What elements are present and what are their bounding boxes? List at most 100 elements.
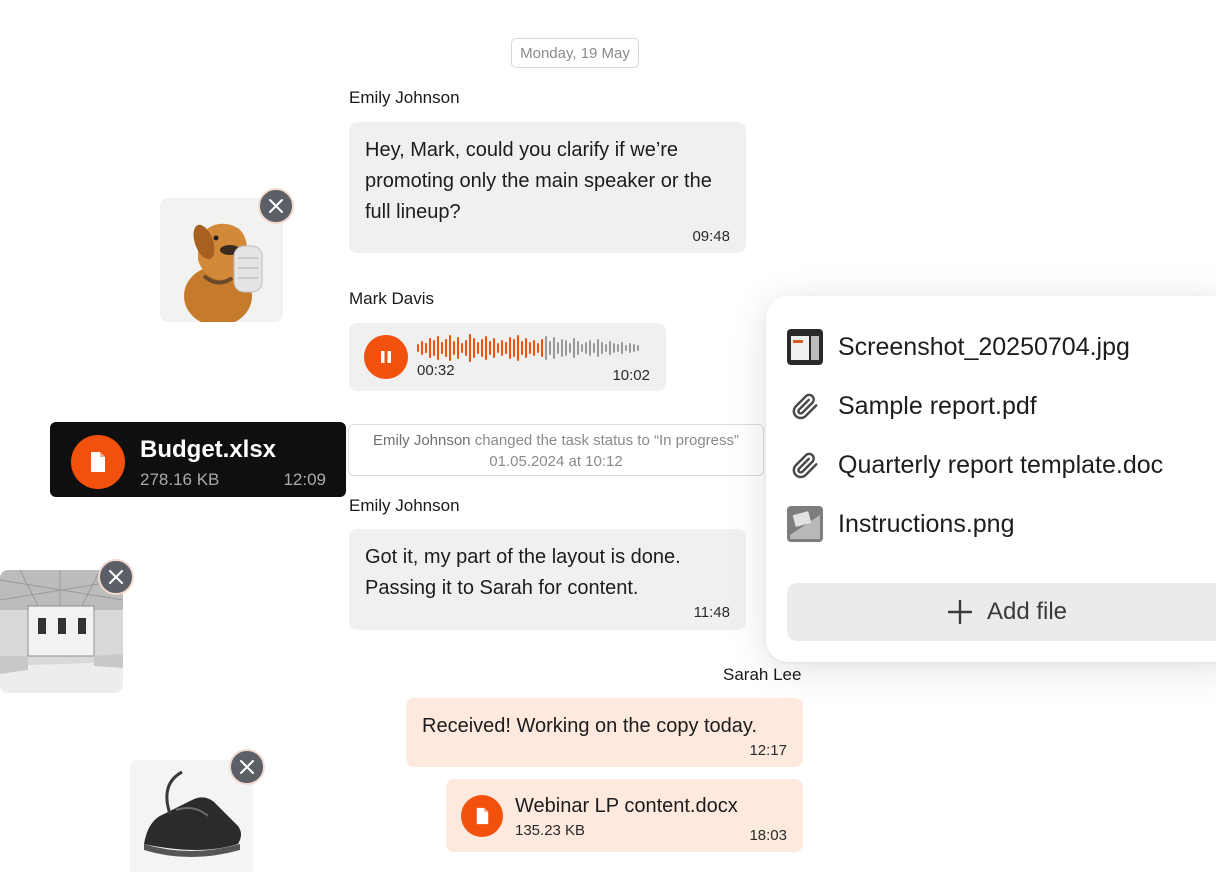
waveform-bar [549, 341, 551, 355]
waveform-bar [529, 342, 531, 354]
message-time: 10:02 [612, 367, 650, 384]
file-size: 135.23 KB [515, 822, 586, 839]
audio-position: 00:32 [417, 362, 455, 379]
message-text: Received! Working on the copy today. [422, 715, 757, 737]
message-line: Got it, my part of the layout is done. [365, 546, 681, 568]
waveform-bar [461, 343, 463, 353]
sender-name: Sarah Lee [723, 665, 802, 684]
waveform-bar [457, 337, 459, 359]
waveform-bar [561, 339, 563, 357]
waveform-bar [525, 338, 527, 358]
waveform-bar [585, 342, 587, 354]
message-bubble: Got it, my part of the layout is done. P… [349, 529, 746, 630]
waveform-bar [625, 345, 627, 351]
image-thumbnail-icon [786, 328, 824, 366]
waveform-bar [541, 339, 543, 357]
image-thumbnail-icon [786, 505, 824, 543]
waveform-bar [473, 338, 475, 358]
message-time: 18:03 [749, 827, 787, 844]
message-bubble: Hey, Mark, could you clarify if we’re pr… [349, 122, 746, 253]
waveform-bar [497, 343, 499, 353]
waveform-bar [629, 343, 631, 353]
attachment-item[interactable]: Quarterly report template.doc [786, 446, 1163, 484]
file-card-budget[interactable]: Budget.xlsx 278.16 KB 12:09 [50, 422, 346, 497]
waveform-bar [517, 335, 519, 361]
waveform-bar [477, 342, 479, 354]
status-line: Emily Johnson changed the task status to… [349, 430, 763, 451]
system-status-note: Emily Johnson changed the task status to… [348, 424, 764, 476]
waveform-bar [557, 342, 559, 354]
remove-attachment-button[interactable] [258, 188, 294, 224]
add-file-button[interactable]: Add file [787, 583, 1216, 641]
pause-button[interactable] [364, 335, 408, 379]
waveform-bar [537, 343, 539, 353]
attachment-item[interactable]: Instructions.png [786, 505, 1015, 543]
waveform-bar [577, 341, 579, 355]
message-time: 11:48 [693, 604, 730, 621]
waveform-bar [433, 340, 435, 356]
waveform-bar [469, 334, 471, 362]
file-name: Webinar LP content.docx [515, 795, 738, 817]
file-icon-circle [461, 795, 503, 837]
waveform-bar [553, 337, 555, 359]
voice-message-bubble: 00:32 10:02 [349, 323, 666, 391]
waveform-bar [421, 341, 423, 355]
sender-name: Emily Johnson [349, 496, 460, 515]
waveform-bar [489, 341, 491, 355]
waveform-bar [493, 338, 495, 358]
document-icon [91, 452, 105, 472]
audio-waveform[interactable] [417, 333, 643, 363]
waveform-bar [417, 344, 419, 352]
waveform-bar [581, 344, 583, 352]
waveform-bar [609, 341, 611, 355]
message-time: 12:17 [749, 742, 787, 759]
waveform-bar [513, 339, 515, 357]
pause-icon [381, 351, 391, 363]
close-icon [240, 760, 254, 774]
message-bubble-outgoing: Received! Working on the copy today. 12:… [406, 698, 803, 767]
attachment-name: Sample report.pdf [838, 391, 1037, 420]
waveform-bar [481, 339, 483, 357]
waveform-bar [437, 336, 439, 360]
attachment-name: Quarterly report template.doc [838, 450, 1164, 479]
waveform-bar [449, 335, 451, 361]
attachment-item[interactable]: Screenshot_20250704.jpg [786, 328, 1130, 366]
waveform-bar [573, 338, 575, 358]
waveform-bar [597, 339, 599, 357]
waveform-bar [601, 342, 603, 354]
status-action: changed the task status to “In progress” [470, 432, 740, 449]
status-actor: Emily Johnson [372, 432, 471, 449]
remove-attachment-button[interactable] [98, 559, 134, 595]
waveform-bar [569, 343, 571, 353]
message-line: Passing it to Sarah for content. [365, 577, 639, 599]
waveform-bar [565, 340, 567, 356]
message-time: 12:09 [283, 470, 326, 489]
file-size: 278.16 KB [140, 470, 220, 489]
waveform-bar [505, 342, 507, 354]
waveform-bar [521, 341, 523, 355]
attachment-item[interactable]: Sample report.pdf [786, 387, 1037, 425]
sender-name: Mark Davis [349, 289, 435, 308]
waveform-bar [621, 342, 623, 354]
paperclip-icon [786, 446, 824, 484]
waveform-bar [445, 339, 447, 357]
waveform-bar [605, 344, 607, 352]
waveform-bar [617, 344, 619, 352]
message-line: Hey, Mark, could you clarify if we’re [365, 139, 679, 161]
waveform-bar [453, 341, 455, 355]
waveform-bar [533, 340, 535, 356]
plus-icon [947, 599, 973, 625]
file-message-outgoing[interactable]: Webinar LP content.docx 135.23 KB 18:03 [446, 779, 803, 852]
remove-attachment-button[interactable] [229, 749, 265, 785]
attachment-name: Instructions.png [838, 509, 1015, 538]
waveform-bar [589, 340, 591, 356]
message-line: promoting only the main speaker or the [365, 170, 712, 192]
waveform-bar [633, 344, 635, 352]
waveform-bar [465, 340, 467, 356]
waveform-bar [509, 337, 511, 359]
close-icon [269, 199, 283, 213]
waveform-bar [545, 336, 547, 360]
message-time: 09:48 [692, 228, 730, 245]
waveform-bar [429, 338, 431, 358]
attachment-name: Screenshot_20250704.jpg [838, 332, 1130, 361]
